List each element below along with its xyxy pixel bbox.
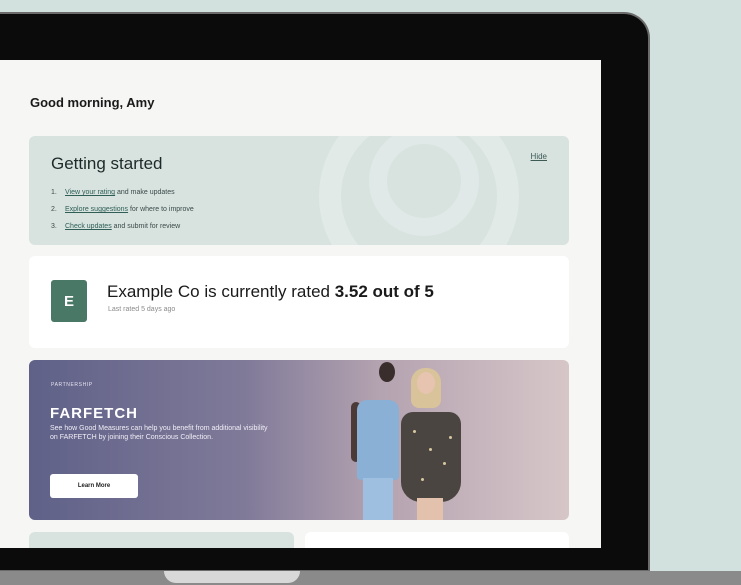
rating-prefix: Example Co is currently rated bbox=[107, 282, 335, 301]
sequin-decoration bbox=[413, 430, 416, 433]
partnership-banner: PARTNERSHIP FARFETCH See how Good Measur… bbox=[29, 360, 569, 520]
step-item: 2. Explore suggestions for where to impro… bbox=[51, 201, 194, 218]
learn-more-button[interactable]: Learn More bbox=[50, 474, 138, 498]
card-placeholder bbox=[305, 532, 569, 548]
step-number: 1. bbox=[51, 189, 57, 196]
step-number: 2. bbox=[51, 206, 57, 213]
laptop-base bbox=[0, 571, 741, 585]
model-illustration bbox=[357, 400, 399, 480]
model-illustration bbox=[379, 362, 395, 382]
step-text: and make updates bbox=[115, 189, 175, 196]
rating-summary: Example Co is currently rated 3.52 out o… bbox=[107, 282, 434, 302]
getting-started-panel: Getting started Hide 1. View your rating … bbox=[29, 136, 569, 245]
model-illustration bbox=[417, 372, 435, 394]
model-illustration bbox=[417, 498, 443, 520]
sequin-decoration bbox=[429, 448, 432, 451]
getting-started-title: Getting started bbox=[51, 154, 163, 173]
app-screen: Good morning, Amy Getting started Hide 1… bbox=[0, 60, 601, 548]
step-text: for where to improve bbox=[128, 206, 194, 213]
company-avatar: E bbox=[51, 280, 87, 322]
step-item: 3. Check updates and submit for review bbox=[51, 218, 194, 235]
rating-value: 3.52 out of 5 bbox=[334, 282, 434, 301]
partner-brand: FARFETCH bbox=[50, 405, 138, 422]
partnership-tag: PARTNERSHIP bbox=[51, 382, 93, 388]
sequin-decoration bbox=[421, 478, 424, 481]
laptop-frame: Good morning, Amy Getting started Hide 1… bbox=[0, 12, 650, 572]
model-illustration bbox=[401, 412, 461, 502]
step-number: 3. bbox=[51, 223, 57, 230]
getting-started-steps: 1. View your rating and make updates 2. Ex… bbox=[51, 184, 194, 235]
check-updates-link[interactable]: Check updates bbox=[65, 223, 112, 230]
card-placeholder bbox=[29, 532, 294, 548]
greeting-heading: Good morning, Amy bbox=[30, 95, 155, 110]
explore-suggestions-link[interactable]: Explore suggestions bbox=[65, 206, 128, 213]
rating-card: E Example Co is currently rated 3.52 out… bbox=[29, 256, 569, 348]
laptop-notch bbox=[164, 571, 300, 583]
last-rated-text: Last rated 5 days ago bbox=[108, 306, 176, 313]
model-illustration bbox=[363, 478, 393, 520]
promo-description: See how Good Measures can help you benef… bbox=[50, 425, 268, 441]
sequin-decoration bbox=[449, 436, 452, 439]
step-item: 1. View your rating and make updates bbox=[51, 184, 194, 201]
step-text: and submit for review bbox=[111, 223, 181, 230]
view-rating-link[interactable]: View your rating bbox=[65, 189, 115, 196]
hide-link[interactable]: Hide bbox=[531, 152, 547, 161]
sequin-decoration bbox=[443, 462, 446, 465]
